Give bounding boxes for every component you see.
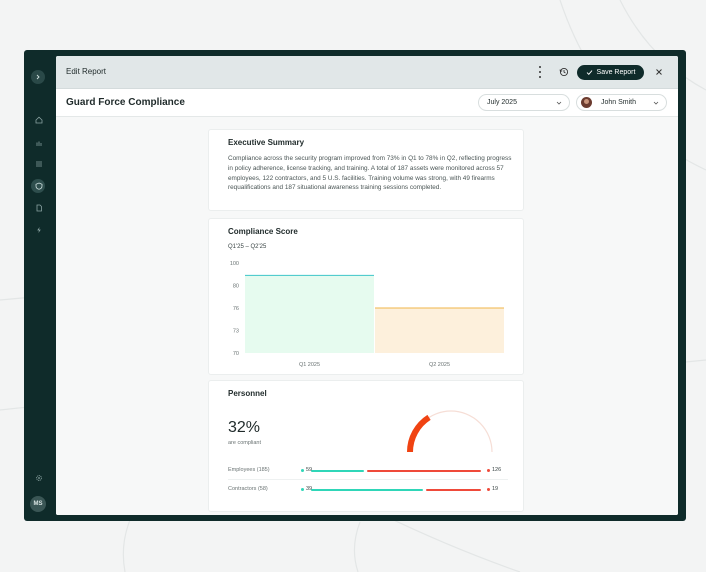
- list-icon: [36, 161, 42, 167]
- gauge-fill: [407, 414, 431, 453]
- compliance-gauge: [407, 410, 493, 453]
- summary-body: Compliance across the security program i…: [228, 155, 512, 192]
- sidebar-item-settings[interactable]: [32, 471, 46, 485]
- personnel-row-contractors: Contractors (58) 39 19: [228, 484, 508, 496]
- y-tick-label: 76: [233, 306, 239, 312]
- user-select-value: John Smith: [601, 99, 637, 106]
- page-title: Guard Force Compliance: [66, 97, 185, 108]
- user-avatar[interactable]: MS: [30, 496, 46, 512]
- chart-icon: [36, 141, 42, 146]
- more-options-button[interactable]: [536, 66, 544, 78]
- save-report-button[interactable]: Save Report: [577, 65, 644, 80]
- document-icon: [36, 204, 42, 212]
- y-tick-label: 80: [233, 284, 239, 290]
- gear-icon: [36, 475, 42, 481]
- close-icon[interactable]: [653, 66, 665, 78]
- report-toolbar: Guard Force Compliance July 2025 John Sm…: [56, 89, 678, 117]
- home-icon: [35, 116, 43, 124]
- row-label: Employees (185): [228, 467, 270, 473]
- sidebar-item-home[interactable]: [32, 113, 46, 127]
- compliance-score-chart: 100 80 76 73 70 Q1 2025 Q2 2025: [230, 261, 504, 368]
- check-icon: [586, 70, 592, 75]
- summary-heading: Executive Summary: [228, 138, 305, 147]
- month-select-value: July 2025: [487, 99, 517, 106]
- personnel-heading: Personnel: [228, 389, 267, 398]
- save-report-label: Save Report: [596, 69, 636, 76]
- chevron-right-icon: [36, 74, 40, 80]
- noncompliant-count: 126: [487, 467, 501, 473]
- noncompliant-value: 126: [492, 467, 502, 473]
- compliant-bar: [311, 489, 424, 491]
- lightning-icon: [37, 227, 41, 233]
- compliant-bar: [311, 470, 365, 472]
- noncompliant-value: 19: [492, 486, 499, 492]
- user-select[interactable]: John Smith: [576, 94, 667, 111]
- noncompliant-bar: [367, 470, 481, 472]
- report-content: Executive Summary Compliance across the …: [56, 117, 678, 515]
- compliance-percent-label: are compliant: [228, 440, 262, 446]
- sidebar-toggle-button[interactable]: [31, 70, 45, 84]
- chevron-down-icon: [653, 101, 659, 105]
- month-select[interactable]: July 2025: [478, 94, 570, 111]
- x-tick-label: Q1 2025: [299, 362, 320, 368]
- shield-icon: [35, 182, 43, 190]
- personnel-row-employees: Employees (185) 59 126: [228, 465, 508, 477]
- compliance-percent: 32%: [228, 419, 261, 436]
- personnel-card[interactable]: Personnel 32% are compliant Employees (1…: [208, 380, 524, 512]
- y-tick-label: 100: [230, 261, 239, 267]
- y-tick-label: 73: [233, 329, 239, 335]
- user-photo: [581, 97, 592, 108]
- edit-report-window: Edit Report Save Report Guard Force Comp…: [56, 56, 678, 515]
- gauge-track: [409, 410, 493, 453]
- sidebar-item-list[interactable]: [32, 157, 46, 171]
- window-title: Edit Report: [66, 67, 107, 76]
- window-header: Edit Report Save Report: [56, 56, 678, 89]
- row-label: Contractors (58): [228, 486, 268, 492]
- app-frame: MS Edit Report Save Report Guard Force C…: [24, 50, 686, 521]
- chevron-down-icon: [556, 101, 562, 105]
- row-divider: [228, 479, 508, 480]
- noncompliant-bar: [426, 489, 481, 491]
- noncompliant-count: 19: [487, 486, 498, 492]
- sidebar-item-documents[interactable]: [32, 201, 46, 215]
- history-icon[interactable]: [558, 66, 570, 78]
- compliance-score-card[interactable]: Compliance Score Q1'25 – Q2'25 100 80 76 73…: [208, 218, 524, 375]
- y-tick-label: 70: [233, 351, 239, 357]
- sidebar-item-analytics[interactable]: [32, 135, 46, 149]
- executive-summary-card[interactable]: Executive Summary Compliance across the …: [208, 129, 524, 211]
- score-bar[interactable]: [245, 275, 374, 353]
- sidebar-item-activity[interactable]: [32, 223, 46, 237]
- sidebar-item-compliance-icon: [32, 179, 46, 193]
- score-bar[interactable]: [375, 308, 504, 353]
- x-tick-label: Q2 2025: [429, 362, 450, 368]
- sidebar-rail: MS: [24, 50, 54, 521]
